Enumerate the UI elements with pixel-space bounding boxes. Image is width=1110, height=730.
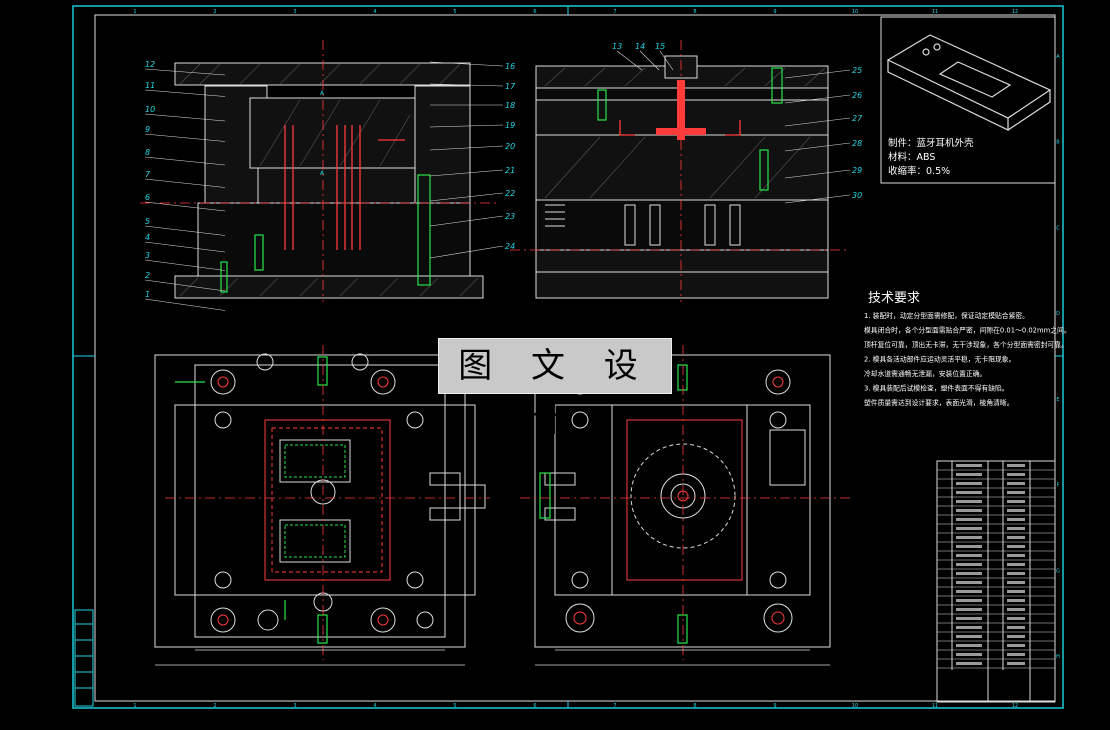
part-material: 材料：ABS bbox=[888, 151, 935, 163]
tech-req-line: 塑件质量需达到设计要求，表面光滑，棱角清晰。 bbox=[864, 398, 1014, 407]
tech-req-line: 模具闭合时，各个分型面需贴合严密，间隙在0.01～0.02mm之间。 bbox=[864, 326, 1071, 335]
tech-req-title: 技术要求 bbox=[868, 291, 920, 306]
tech-req-line: 顶杆复位可靠，顶出无卡滞，无干涉现象，各个分型面需密封可靠。 bbox=[864, 340, 1068, 349]
watermark-banner: 图 文 设 计 bbox=[438, 338, 672, 440]
tech-req-line: 1. 装配时，动定分型面需修配，保证动定模贴合紧密。 bbox=[864, 311, 1029, 320]
part-shrinkage: 收缩率：0.5% bbox=[888, 165, 950, 177]
tech-req-lines: 1. 装配时，动定分型面需修配，保证动定模贴合紧密。模具闭合时，各个分型面需贴合… bbox=[864, 311, 1071, 407]
tech-req-line: 冷却水道需通畅无泄漏，安装位置正确。 bbox=[864, 369, 986, 378]
part-name: 制件：蓝牙耳机外壳 bbox=[888, 137, 974, 149]
tech-req-line: 3. 模具装配后试模检查，塑件表面不得有缺陷。 bbox=[864, 384, 1009, 393]
tech-req-line: 2. 模具各活动部件应运动灵活平稳，无卡阻现象。 bbox=[864, 355, 1015, 364]
